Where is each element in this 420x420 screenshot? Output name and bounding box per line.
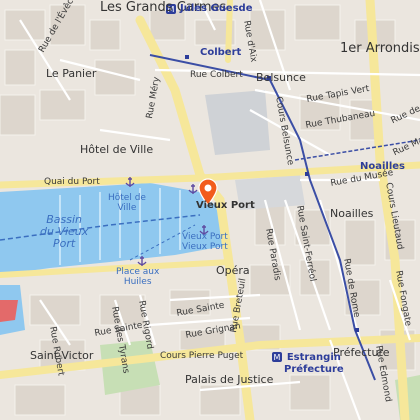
svg-text:M: M (168, 5, 175, 14)
anchor-icon (137, 256, 147, 266)
map-canvas[interactable]: M M Les Grands Carmes Le Panier Hôtel de… (0, 0, 420, 420)
map-pin-icon (198, 178, 218, 206)
svg-text:M: M (274, 353, 281, 362)
anchor-icon (199, 225, 209, 235)
map-base (0, 0, 420, 420)
metro-icon: M (272, 352, 282, 362)
location-pin[interactable] (198, 178, 218, 210)
anchor-icon (125, 177, 135, 187)
metro-icon: M (166, 4, 176, 14)
